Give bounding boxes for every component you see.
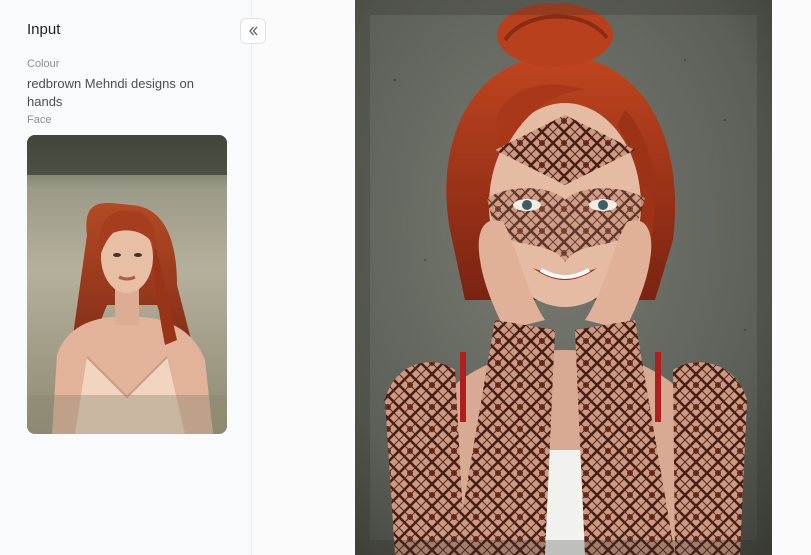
right-margin xyxy=(772,0,811,555)
input-panel: Input Colour redbrown Mehndi designs on … xyxy=(0,0,252,555)
collapse-panel-button[interactable] xyxy=(240,18,266,44)
colour-label: Colour xyxy=(27,58,60,70)
result-image xyxy=(355,0,772,555)
double-chevron-left-icon xyxy=(249,26,258,36)
colour-value: redbrown Mehndi designs on hands xyxy=(27,76,194,109)
face-label: Face xyxy=(27,114,52,126)
content-gutter xyxy=(252,0,355,555)
panel-title: Input xyxy=(27,21,61,38)
face-input-image xyxy=(27,135,227,434)
